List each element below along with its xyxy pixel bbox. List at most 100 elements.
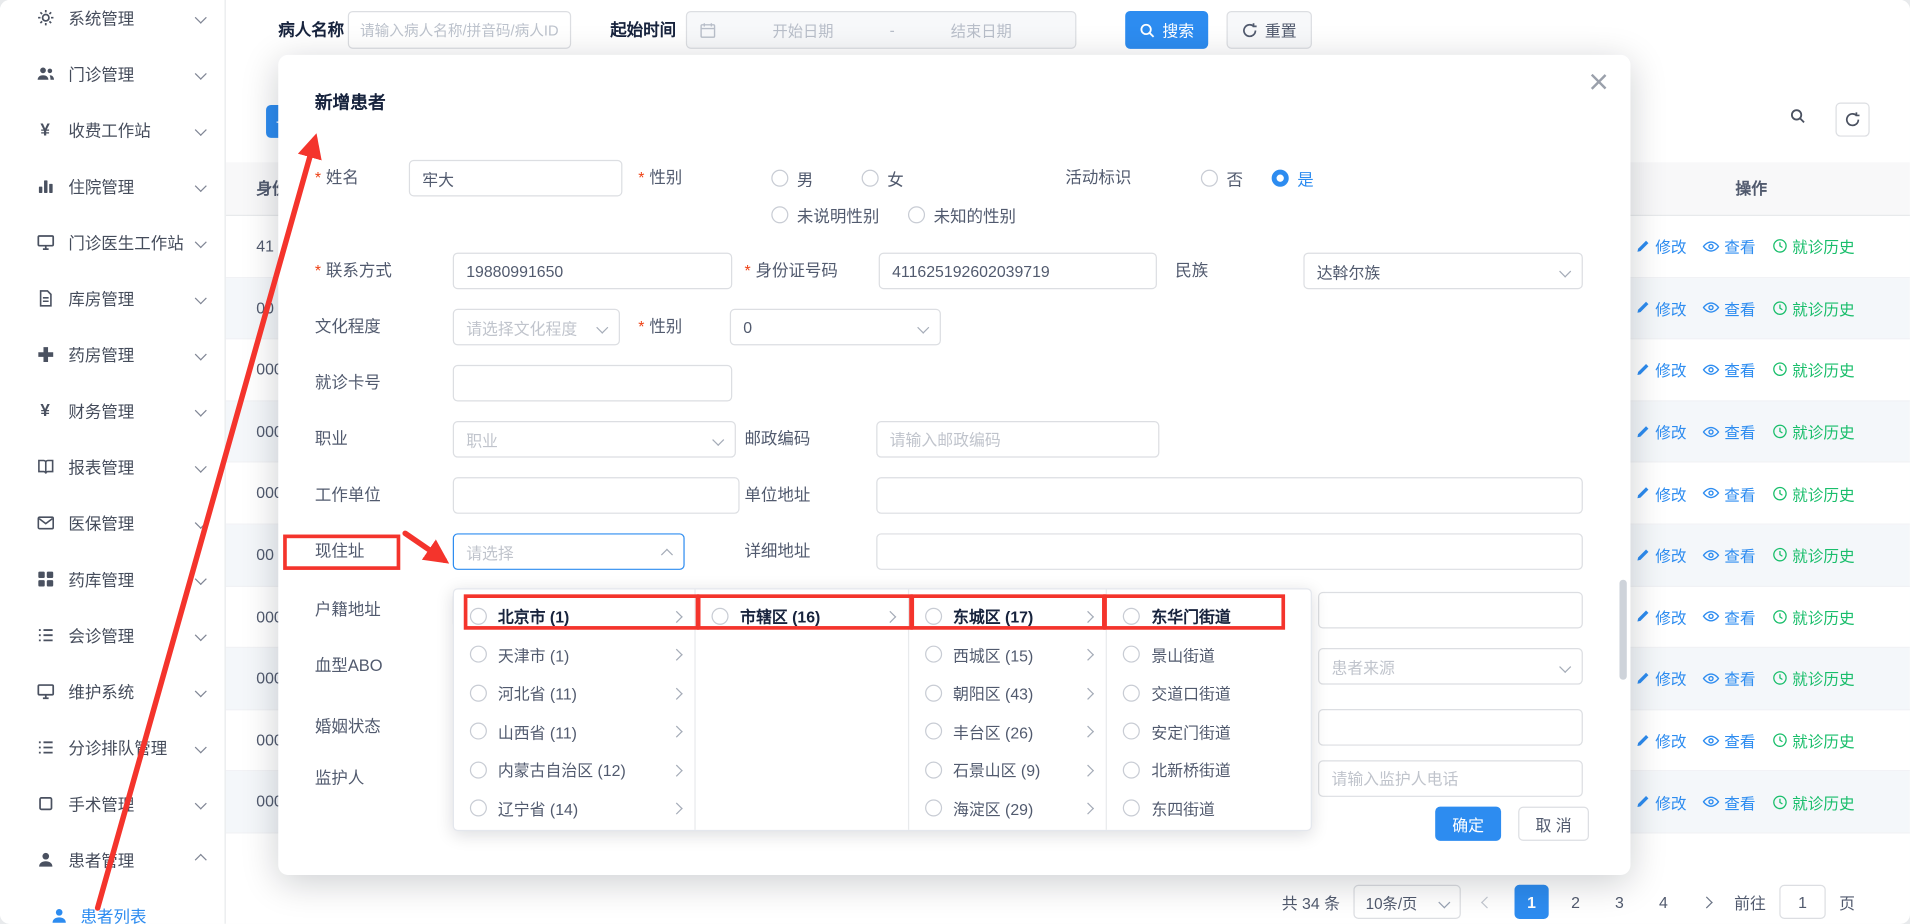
- unit-address-input[interactable]: [876, 477, 1583, 514]
- card-no-input[interactable]: [453, 365, 732, 402]
- education-select[interactable]: 请选择文化程度: [453, 309, 620, 346]
- view-link[interactable]: 查看: [1702, 420, 1755, 443]
- sidebar-item[interactable]: 会诊管理: [0, 607, 225, 663]
- cascader-option[interactable]: 北新桥街道: [1107, 751, 1310, 789]
- sidebar-item[interactable]: 报表管理: [0, 438, 225, 494]
- history-link[interactable]: 就诊历史: [1771, 358, 1854, 381]
- cascader-option[interactable]: 安定门街道: [1107, 712, 1310, 750]
- gender-radio-male[interactable]: 男: [771, 160, 813, 197]
- id-number-input[interactable]: [879, 253, 1157, 290]
- patient-source-select[interactable]: 患者来源: [1318, 648, 1583, 685]
- cascader-option[interactable]: 西城区 (15): [909, 635, 1106, 673]
- view-link[interactable]: 查看: [1702, 235, 1755, 258]
- view-link[interactable]: 查看: [1702, 667, 1755, 690]
- edit-link[interactable]: 修改: [1636, 543, 1687, 566]
- sidebar-item[interactable]: 药房管理: [0, 326, 225, 382]
- modal-scrollbar[interactable]: [1619, 580, 1626, 680]
- page-button[interactable]: 1: [1514, 885, 1548, 919]
- sidebar-item[interactable]: 住院管理: [0, 157, 225, 213]
- active-flag-radio-yes[interactable]: 是: [1272, 160, 1314, 197]
- page-size-select[interactable]: 10条/页: [1353, 885, 1460, 919]
- cascader-option[interactable]: 辽宁省 (14): [454, 789, 695, 827]
- cascader-option[interactable]: 内蒙古自治区 (12): [454, 751, 695, 789]
- marital-extra-input[interactable]: [1318, 709, 1583, 746]
- edit-link[interactable]: 修改: [1636, 420, 1687, 443]
- view-link[interactable]: 查看: [1702, 543, 1755, 566]
- detail-address-input[interactable]: [876, 533, 1583, 570]
- current-address-cascader-input[interactable]: 请选择: [453, 533, 685, 570]
- cancel-button[interactable]: 取 消: [1518, 807, 1589, 841]
- cascader-option[interactable]: 东四街道: [1107, 789, 1310, 827]
- edit-link[interactable]: 修改: [1636, 482, 1687, 505]
- cascader-option[interactable]: 丰台区 (26): [909, 712, 1106, 750]
- history-link[interactable]: 就诊历史: [1771, 235, 1854, 258]
- history-link[interactable]: 就诊历史: [1771, 482, 1854, 505]
- history-link[interactable]: 就诊历史: [1771, 420, 1854, 443]
- cascader-option[interactable]: 山西省 (11): [454, 712, 695, 750]
- gender-code-select[interactable]: 0: [730, 309, 941, 346]
- history-link[interactable]: 就诊历史: [1771, 543, 1854, 566]
- edit-link[interactable]: 修改: [1636, 235, 1687, 258]
- edit-link[interactable]: 修改: [1636, 296, 1687, 319]
- next-page-button[interactable]: [1694, 885, 1721, 919]
- cascader-option[interactable]: 天津市 (1): [454, 635, 695, 673]
- search-button[interactable]: 搜索: [1125, 11, 1208, 49]
- gender-radio-unknown[interactable]: 未知的性别: [908, 196, 1016, 233]
- view-link[interactable]: 查看: [1702, 605, 1755, 628]
- sidebar-item[interactable]: 库房管理: [0, 270, 225, 326]
- edit-link[interactable]: 修改: [1636, 605, 1687, 628]
- cascader-option[interactable]: 东华门街道: [1107, 597, 1310, 635]
- cascader-option[interactable]: 交道口街道: [1107, 674, 1310, 712]
- reset-button[interactable]: 重置: [1227, 11, 1312, 49]
- cascader-option[interactable]: 海淀区 (29): [909, 789, 1106, 827]
- cascader-option[interactable]: 北京市 (1): [454, 597, 695, 635]
- sidebar-item[interactable]: ¥收费工作站: [0, 101, 225, 157]
- name-input[interactable]: [409, 160, 623, 197]
- occupation-select[interactable]: 职业: [453, 421, 736, 458]
- history-link[interactable]: 就诊历史: [1771, 667, 1854, 690]
- history-link[interactable]: 就诊历史: [1771, 296, 1854, 319]
- patient-name-input[interactable]: [348, 11, 571, 49]
- close-icon[interactable]: [1589, 72, 1609, 92]
- active-flag-radio-no[interactable]: 否: [1201, 160, 1243, 197]
- cascader-option[interactable]: 石景山区 (9): [909, 751, 1106, 789]
- guardian-phone-input[interactable]: [1318, 760, 1583, 797]
- contact-input[interactable]: [453, 253, 732, 290]
- sidebar-item[interactable]: 门诊管理: [0, 45, 225, 101]
- edit-link[interactable]: 修改: [1636, 358, 1687, 381]
- sidebar-item[interactable]: ¥财务管理: [0, 382, 225, 438]
- page-button[interactable]: 2: [1558, 885, 1592, 919]
- gender-radio-unspecified[interactable]: 未说明性别: [771, 196, 879, 233]
- sidebar-item[interactable]: 维护系统: [0, 663, 225, 719]
- sidebar-item[interactable]: 系统管理: [0, 0, 225, 45]
- table-refresh-button[interactable]: [1835, 103, 1869, 137]
- page-button[interactable]: 3: [1602, 885, 1636, 919]
- cascader-option[interactable]: 市辖区 (16): [696, 597, 908, 635]
- sidebar-item[interactable]: 分诊排队管理: [0, 719, 225, 775]
- work-unit-input[interactable]: [453, 477, 740, 514]
- edit-link[interactable]: 修改: [1636, 790, 1687, 813]
- household-detail-input[interactable]: [1318, 592, 1583, 629]
- cascader-option[interactable]: 朝阳区 (43): [909, 674, 1106, 712]
- sidebar-item[interactable]: 患者管理: [0, 831, 225, 887]
- cascader-option[interactable]: 河北省 (11): [454, 674, 695, 712]
- view-link[interactable]: 查看: [1702, 729, 1755, 752]
- history-link[interactable]: 就诊历史: [1771, 605, 1854, 628]
- edit-link[interactable]: 修改: [1636, 667, 1687, 690]
- postal-code-input[interactable]: [876, 421, 1159, 458]
- history-link[interactable]: 就诊历史: [1771, 729, 1854, 752]
- edit-link[interactable]: 修改: [1636, 729, 1687, 752]
- view-link[interactable]: 查看: [1702, 296, 1755, 319]
- confirm-button[interactable]: 确定: [1435, 807, 1501, 841]
- page-button[interactable]: 4: [1646, 885, 1680, 919]
- sidebar-item[interactable]: 门诊医生工作站: [0, 214, 225, 270]
- sidebar-subitem-patient-list[interactable]: 患者列表: [0, 887, 225, 924]
- ethnicity-select[interactable]: 达斡尔族: [1303, 253, 1582, 290]
- prev-page-button[interactable]: [1474, 885, 1501, 919]
- view-link[interactable]: 查看: [1702, 358, 1755, 381]
- date-range-picker[interactable]: 开始日期 - 结束日期: [686, 11, 1077, 49]
- goto-page-input[interactable]: [1779, 885, 1825, 919]
- cascader-option[interactable]: 东城区 (17): [909, 597, 1106, 635]
- sidebar-item[interactable]: 手术管理: [0, 775, 225, 831]
- table-search-icon[interactable]: [1789, 107, 1806, 124]
